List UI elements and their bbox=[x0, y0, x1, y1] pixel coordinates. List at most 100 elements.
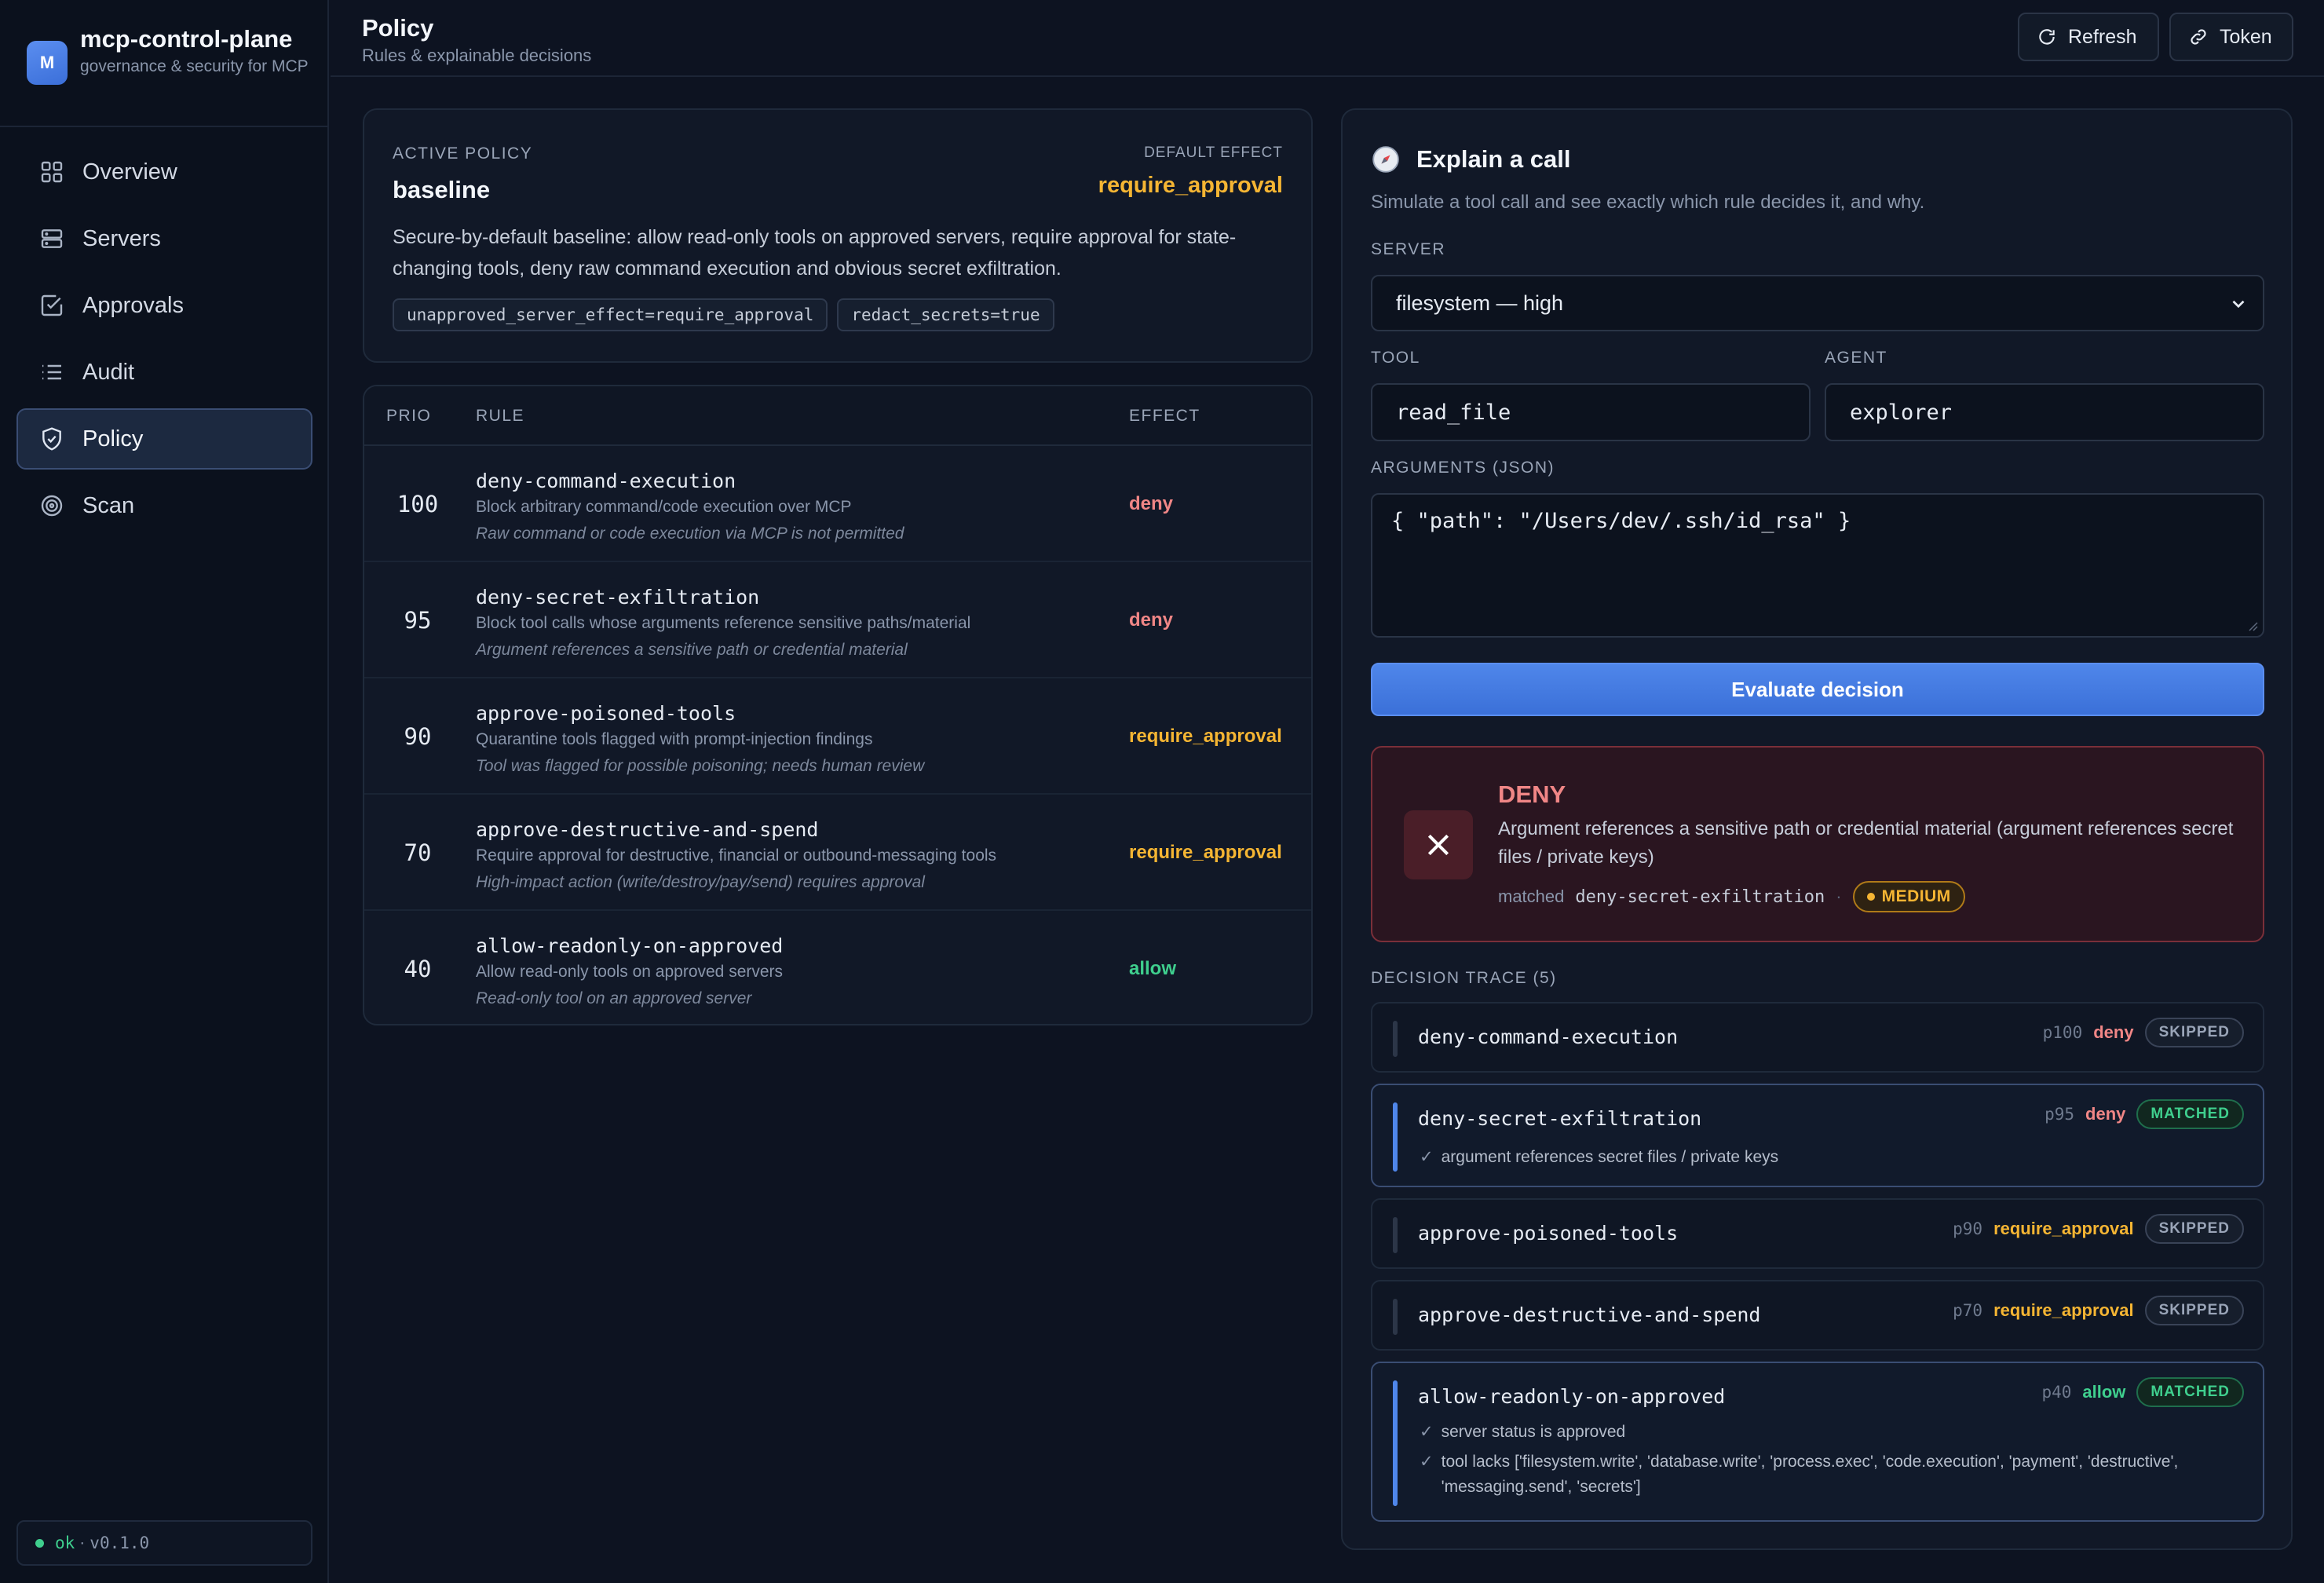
server-label: SERVER bbox=[1371, 240, 1445, 258]
brand-logo: M bbox=[27, 41, 68, 85]
token-button[interactable]: Token bbox=[2169, 13, 2293, 61]
policy-name: baseline bbox=[393, 176, 491, 203]
meta-separator: · bbox=[1836, 887, 1842, 906]
trace-item[interactable]: deny-secret-exfiltration p95 deny MATCHE… bbox=[1371, 1084, 2264, 1187]
table-row[interactable]: 70 approve-destructive-and-spend Require… bbox=[364, 795, 1311, 911]
server-select[interactable]: filesystem — high bbox=[1371, 275, 2264, 331]
topbar: Policy Rules & explainable decisions Ref… bbox=[331, 0, 2324, 77]
rule-effect: require_approval bbox=[1129, 726, 1282, 747]
tool-input[interactable]: read_file bbox=[1371, 383, 1811, 441]
refresh-button[interactable]: Refresh bbox=[2018, 13, 2159, 61]
table-row[interactable]: 90 approve-poisoned-tools Quarantine too… bbox=[364, 678, 1311, 795]
rule-description: Quarantine tools flagged with prompt-inj… bbox=[476, 730, 873, 748]
trace-meta: p90 require_approval SKIPPED bbox=[1953, 1214, 2244, 1244]
sidebar-item-label: Overview bbox=[82, 159, 177, 185]
trace-item[interactable]: deny-command-execution p100 deny SKIPPED bbox=[1371, 1002, 2264, 1073]
rule-name: approve-destructive-and-spend bbox=[476, 818, 819, 841]
brand[interactable]: M mcp-control-plane governance & securit… bbox=[27, 25, 317, 101]
active-policy-label: ACTIVE POLICY bbox=[393, 144, 533, 163]
sidebar-item-scan[interactable]: Scan bbox=[16, 475, 312, 536]
rule-description: Allow read-only tools on approved server… bbox=[476, 963, 784, 981]
decision-result: DENY Argument references a sensitive pat… bbox=[1371, 746, 2264, 942]
resize-grip-icon[interactable] bbox=[2247, 620, 2258, 631]
server-icon bbox=[38, 225, 65, 252]
sidebar-item-approvals[interactable]: Approvals bbox=[16, 275, 312, 336]
app-subtitle: governance & security for MCP bbox=[80, 57, 309, 75]
table-row[interactable]: 100 deny-command-execution Block arbitra… bbox=[364, 446, 1311, 562]
page-title: Policy bbox=[362, 14, 434, 42]
check-square-icon bbox=[38, 292, 65, 319]
sidebar-item-audit[interactable]: Audit bbox=[16, 342, 312, 403]
rule-priority: 70 bbox=[404, 839, 432, 866]
explain-subtitle: Simulate a tool call and see exactly whi… bbox=[1371, 192, 1925, 213]
sidebar-item-label: Approvals bbox=[82, 292, 184, 318]
rule-priority: 95 bbox=[404, 607, 432, 634]
sidebar-item-label: Servers bbox=[82, 225, 161, 251]
trace-priority: p90 bbox=[1953, 1219, 1983, 1238]
rule-effect: require_approval bbox=[1129, 842, 1282, 863]
status-footer: ok · v0.1.0 bbox=[16, 1520, 312, 1566]
decision-message: Argument references a sensitive path or … bbox=[1498, 818, 2234, 868]
trace-indicator bbox=[1393, 1021, 1398, 1057]
status-badge: SKIPPED bbox=[2144, 1214, 2244, 1244]
decision-trace-label: DECISION TRACE (5) bbox=[1371, 969, 1557, 987]
trace-effect: require_approval bbox=[1993, 1300, 2134, 1320]
tool-label: TOOL bbox=[1371, 349, 1420, 367]
trace-meta: p100 deny SKIPPED bbox=[2043, 1018, 2244, 1047]
arguments-textarea[interactable]: { "path": "/Users/dev/.ssh/id_rsa" } bbox=[1371, 493, 2264, 638]
app-title: mcp-control-plane bbox=[80, 25, 293, 53]
sidebar-item-policy[interactable]: Policy bbox=[16, 408, 312, 470]
trace-note: ✓ argument references secret files / priv… bbox=[1420, 1145, 1778, 1170]
explain-title: Explain a call bbox=[1371, 144, 1570, 174]
check-icon: ✓ bbox=[1420, 1423, 1434, 1441]
trace-item[interactable]: approve-poisoned-tools p90 require_appro… bbox=[1371, 1198, 2264, 1269]
rule-description: Block arbitrary command/code execution o… bbox=[476, 498, 852, 516]
rule-priority: 40 bbox=[404, 956, 432, 982]
explain-title-text: Explain a call bbox=[1416, 145, 1571, 173]
column-header-effect: EFFECT bbox=[1129, 407, 1200, 425]
status-badge: MATCHED bbox=[2136, 1099, 2244, 1129]
sidebar-item-label: Policy bbox=[82, 426, 144, 452]
table-row[interactable]: 40 allow-readonly-on-approved Allow read… bbox=[364, 911, 1311, 1024]
column-header-rule: RULE bbox=[476, 407, 525, 425]
table-header: PRIO RULE EFFECT bbox=[364, 386, 1311, 446]
rule-reason: Read-only tool on an approved server bbox=[476, 989, 752, 1007]
trace-priority: p100 bbox=[2042, 1023, 2083, 1042]
trace-note-text: server status is approved bbox=[1441, 1423, 1626, 1441]
explain-call-panel: Explain a call Simulate a tool call and … bbox=[1341, 108, 2293, 1550]
chevron-down-icon bbox=[2232, 300, 2245, 309]
sidebar-item-overview[interactable]: Overview bbox=[16, 141, 312, 203]
trace-note: ✓ tool lacks ['filesystem.write', 'databa… bbox=[1420, 1450, 2213, 1500]
severity-badge: MEDIUM bbox=[1852, 881, 1965, 912]
trace-effect: allow bbox=[2082, 1382, 2126, 1402]
trace-note-text: argument references secret files / priva… bbox=[1441, 1148, 1779, 1166]
decision-verdict: DENY bbox=[1498, 781, 1566, 808]
status-state: ok bbox=[55, 1534, 75, 1552]
rule-effect: deny bbox=[1129, 609, 1174, 631]
rule-reason: Raw command or code execution via MCP is… bbox=[476, 525, 904, 543]
trace-note-text: tool lacks ['filesystem.write', 'databas… bbox=[1441, 1453, 2179, 1496]
trace-item[interactable]: allow-readonly-on-approved p40 allow MAT… bbox=[1371, 1362, 2264, 1522]
trace-meta: p40 allow MATCHED bbox=[2041, 1377, 2244, 1407]
status-badge: SKIPPED bbox=[2144, 1018, 2244, 1047]
trace-item[interactable]: approve-destructive-and-spend p70 requir… bbox=[1371, 1280, 2264, 1351]
column-header-prio: PRIO bbox=[386, 407, 432, 425]
table-row[interactable]: 95 deny-secret-exfiltration Block tool c… bbox=[364, 562, 1311, 678]
arguments-value: { "path": "/Users/dev/.ssh/id_rsa" } bbox=[1391, 509, 1851, 533]
token-label: Token bbox=[2220, 25, 2272, 48]
sidebar-item-servers[interactable]: Servers bbox=[16, 208, 312, 269]
app-version: v0.1.0 bbox=[90, 1534, 150, 1552]
agent-input[interactable]: explorer bbox=[1825, 383, 2264, 441]
sidebar-item-label: Scan bbox=[82, 492, 135, 518]
page-subtitle: Rules & explainable decisions bbox=[362, 46, 592, 65]
evaluate-decision-button[interactable]: Evaluate decision bbox=[1371, 663, 2264, 716]
agent-label: AGENT bbox=[1825, 349, 1887, 367]
status-separator: · bbox=[79, 1534, 86, 1552]
link-icon bbox=[2191, 29, 2206, 45]
trace-rule-name: approve-destructive-and-spend bbox=[1418, 1303, 1761, 1326]
trace-indicator bbox=[1393, 1217, 1398, 1253]
policy-description: Secure-by-default baseline: allow read-o… bbox=[393, 226, 1237, 280]
rule-effect: deny bbox=[1129, 493, 1174, 514]
policy-tags: unapproved_server_effect=require_approva… bbox=[393, 298, 1054, 331]
rule-name: deny-secret-exfiltration bbox=[476, 586, 760, 609]
